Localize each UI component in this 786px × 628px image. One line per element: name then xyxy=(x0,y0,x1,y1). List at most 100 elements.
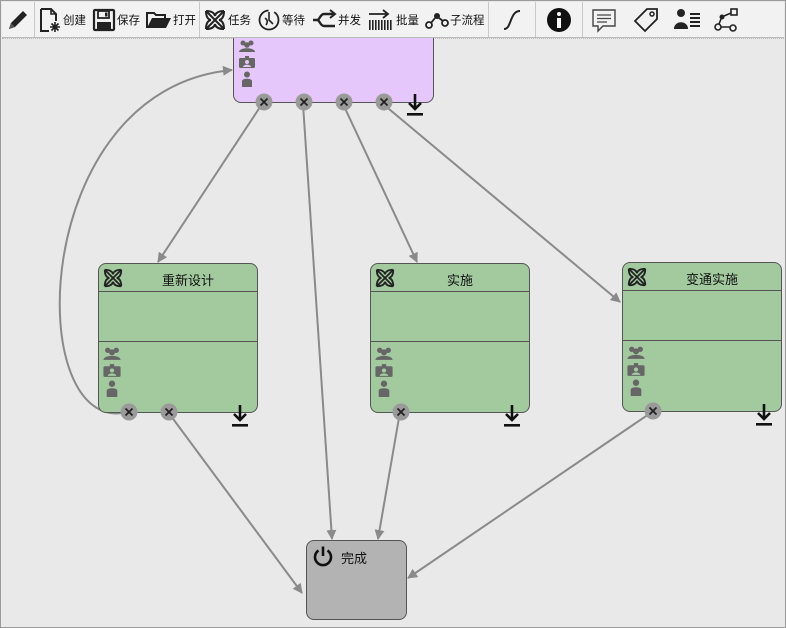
batch-label: 批量 xyxy=(396,12,419,27)
batch-button[interactable]: 批量 xyxy=(364,2,422,37)
add-link-button[interactable] xyxy=(503,404,521,431)
merge-arrow-icon xyxy=(313,8,337,27)
comment-button[interactable] xyxy=(583,2,625,37)
add-link-button[interactable] xyxy=(406,93,424,120)
task-node-redesign[interactable]: 重新设计 xyxy=(98,263,258,427)
curve-connector-icon xyxy=(503,9,520,30)
task-node-alt-implement[interactable]: 变通实施 xyxy=(622,262,782,426)
info-button[interactable] xyxy=(536,2,582,37)
participant-icons xyxy=(374,346,394,397)
edge-implement-to-end[interactable] xyxy=(374,411,401,540)
end-title: 完成 xyxy=(341,552,368,567)
subflow-button[interactable]: 子流程 xyxy=(422,2,488,37)
wait-button[interactable]: 等待 xyxy=(254,2,308,37)
remove-link-button[interactable] xyxy=(375,93,393,114)
id-card-icon xyxy=(239,56,255,68)
task-header: 实施 xyxy=(371,264,529,292)
create-button[interactable]: 创建 xyxy=(35,2,89,37)
create-label: 创建 xyxy=(63,12,86,27)
user-icon xyxy=(106,380,118,397)
edge-alt-implement-to-end[interactable] xyxy=(407,411,653,579)
node-graph-icon xyxy=(713,7,738,32)
task-header: 重新设计 xyxy=(99,264,257,292)
tag-icon xyxy=(633,7,658,32)
open-label: 打开 xyxy=(173,12,196,27)
group-icon xyxy=(375,347,393,360)
subflow-label: 子流程 xyxy=(450,12,485,27)
batch-bars-icon xyxy=(369,8,392,30)
remove-link-button[interactable] xyxy=(644,402,662,423)
start-node[interactable] xyxy=(233,38,434,116)
flow-canvas[interactable]: 重新设计 实施 变通实施 完成 xyxy=(2,38,784,628)
tag-button[interactable] xyxy=(625,2,667,37)
close-icon xyxy=(335,93,353,111)
task-body xyxy=(99,291,257,342)
task-title: 重新设计 xyxy=(161,274,214,289)
close-icon xyxy=(295,93,313,111)
close-icon xyxy=(392,403,410,421)
user-icon xyxy=(630,379,642,396)
group-icon xyxy=(239,40,255,52)
participant-icons xyxy=(626,345,646,396)
remove-link-button[interactable] xyxy=(160,403,178,424)
add-link-button[interactable] xyxy=(755,403,773,430)
user-icon xyxy=(242,71,252,87)
timer-icon xyxy=(258,9,280,30)
pencil-icon xyxy=(9,10,27,29)
group-icon xyxy=(103,347,121,360)
close-icon xyxy=(375,93,393,111)
edge-start-to-end[interactable] xyxy=(302,103,337,540)
task-body xyxy=(371,291,529,342)
edge-start-to-redesign[interactable] xyxy=(157,103,263,263)
edge-start-to-implement[interactable] xyxy=(342,103,418,263)
task-title: 变通实施 xyxy=(685,273,738,288)
task-button[interactable]: 任务 xyxy=(200,2,254,37)
close-icon xyxy=(160,403,178,421)
merge-button[interactable]: 并发 xyxy=(308,2,364,37)
save-button[interactable]: 保存 xyxy=(89,2,143,37)
group-icon xyxy=(627,346,645,359)
remove-link-button[interactable] xyxy=(335,93,353,114)
remove-link-button[interactable] xyxy=(255,93,273,114)
id-card-icon xyxy=(627,363,645,376)
merge-label: 并发 xyxy=(338,12,361,27)
add-link-button[interactable] xyxy=(231,404,249,431)
workflow-editor: 创建 保存 打开 任务 等待 并发 批量 子流程 重新设计 实施 变通实施 完成 xyxy=(0,0,786,628)
wait-label: 等待 xyxy=(282,12,305,27)
participant-icons xyxy=(102,346,122,397)
edge-redesign-to-end[interactable] xyxy=(167,411,303,594)
role-list-button[interactable] xyxy=(667,2,707,37)
task-title: 实施 xyxy=(446,274,473,289)
download-arrow-icon xyxy=(504,405,520,427)
subflow-icon xyxy=(425,12,449,29)
remove-link-button[interactable] xyxy=(392,403,410,424)
new-file-icon xyxy=(40,7,60,32)
task-header: 变通实施 xyxy=(623,263,781,291)
task-node-implement[interactable]: 实施 xyxy=(370,263,530,427)
save-label: 保存 xyxy=(117,12,140,27)
remove-link-button[interactable] xyxy=(295,93,313,114)
speech-bubble-icon xyxy=(591,8,616,33)
open-folder-icon xyxy=(146,11,171,28)
info-icon xyxy=(546,7,571,32)
participant-icons xyxy=(238,39,256,87)
id-card-icon xyxy=(375,364,393,377)
user-icon xyxy=(378,380,390,397)
connector-button[interactable] xyxy=(489,2,535,37)
open-button[interactable]: 打开 xyxy=(143,2,199,37)
flow-structure-button[interactable] xyxy=(707,2,745,37)
floppy-disk-icon xyxy=(92,8,116,31)
user-list-icon xyxy=(673,8,700,29)
close-icon xyxy=(255,93,273,111)
end-node[interactable]: 完成 xyxy=(306,540,407,620)
task-node-icon xyxy=(205,9,225,30)
close-icon xyxy=(644,402,662,420)
remove-link-button[interactable] xyxy=(120,403,138,424)
edit-button[interactable] xyxy=(2,2,34,37)
task-body xyxy=(623,290,781,341)
close-icon xyxy=(120,403,138,421)
download-arrow-icon xyxy=(232,405,248,427)
task-label: 任务 xyxy=(228,12,251,27)
power-icon xyxy=(313,546,333,567)
download-arrow-icon xyxy=(407,94,423,116)
